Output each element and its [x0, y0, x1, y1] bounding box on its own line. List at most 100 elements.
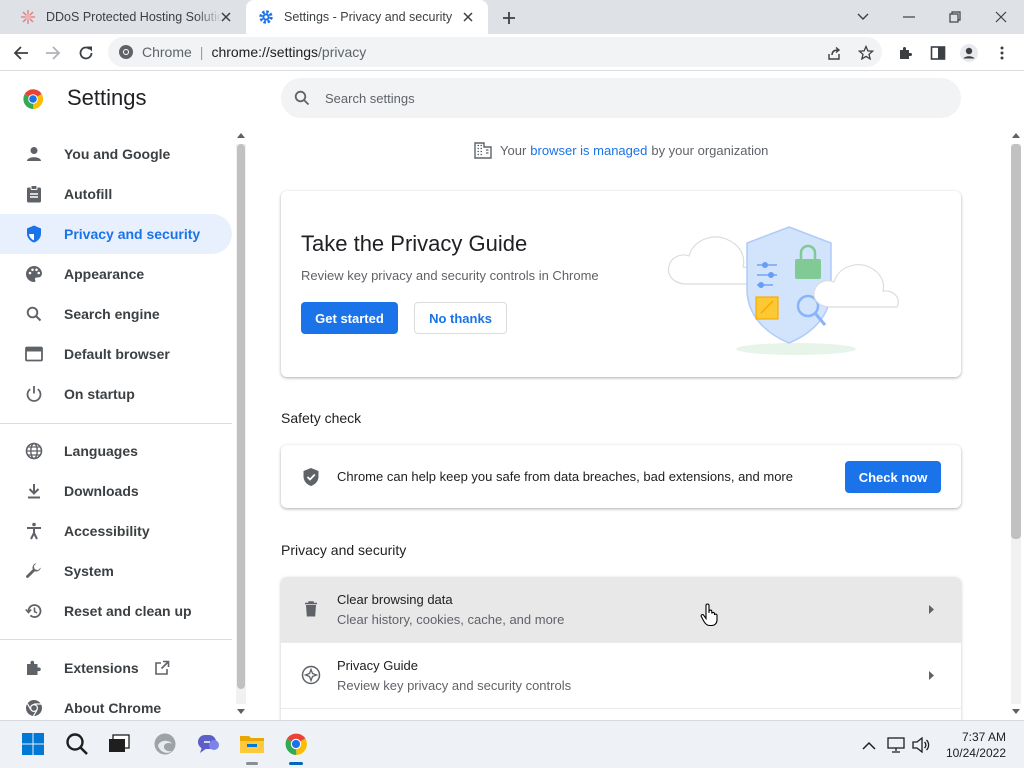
task-view-icon[interactable]: [104, 729, 134, 759]
omnibox-separator: |: [199, 44, 204, 60]
share-icon[interactable]: [824, 43, 844, 63]
sidebar-item-about-chrome[interactable]: About Chrome: [0, 688, 232, 720]
main-scrollbar[interactable]: [1008, 128, 1024, 720]
arrow-right-icon: [925, 669, 937, 681]
download-icon: [24, 481, 44, 501]
back-button[interactable]: [8, 40, 34, 66]
managed-notice: Your browser is managed by your organiza…: [474, 140, 768, 160]
site-label: Chrome: [142, 44, 192, 60]
sidebar-item-label: Appearance: [64, 266, 145, 282]
privacy-guide-title: Take the Privacy Guide: [301, 231, 528, 256]
row-title: Privacy Guide: [337, 658, 418, 673]
no-thanks-button[interactable]: No thanks: [414, 302, 507, 334]
network-icon[interactable]: [887, 736, 905, 754]
sidebar-scrollbar[interactable]: [234, 128, 248, 720]
sidebar-item-label: Extensions: [64, 660, 139, 676]
privacy-settings-list: Clear browsing data Clear history, cooki…: [281, 577, 961, 720]
get-started-button[interactable]: Get started: [301, 302, 398, 334]
close-tab-icon[interactable]: [460, 9, 476, 25]
tab-search-chevron-icon[interactable]: [851, 5, 875, 29]
chrome-icon[interactable]: [281, 729, 311, 765]
check-now-button[interactable]: Check now: [845, 461, 941, 493]
scrollbar-thumb[interactable]: [1011, 144, 1021, 539]
address-bar[interactable]: Chrome | chrome://settings/privacy: [108, 37, 882, 67]
close-tab-icon[interactable]: [218, 9, 234, 25]
sidebar-item-label: You and Google: [64, 146, 171, 162]
privacy-guide-illustration: [667, 226, 899, 355]
sidebar-item-extensions[interactable]: Extensions: [0, 648, 232, 688]
settings-sidebar: You and Google Autofill Privacy and secu…: [0, 134, 232, 720]
privacy-guide-row[interactable]: Privacy Guide Review key privacy and sec…: [281, 643, 961, 708]
privacy-section-heading: Privacy and security: [281, 542, 407, 558]
scroll-down-arrow-icon[interactable]: [234, 704, 248, 718]
sidebar-item-label: Languages: [64, 443, 138, 459]
sidebar-item-downloads[interactable]: Downloads: [0, 471, 232, 511]
browser-window-icon: [24, 344, 44, 364]
extensions-puzzle-icon[interactable]: [893, 40, 919, 66]
teams-chat-icon[interactable]: [193, 729, 223, 759]
row-subtitle: Clear history, cookies, cache, and more: [337, 612, 565, 627]
scroll-down-arrow-icon[interactable]: [1009, 704, 1023, 718]
browser-managed-link[interactable]: browser is managed: [530, 143, 647, 158]
gear-icon: [258, 9, 274, 25]
search-input[interactable]: [325, 90, 925, 106]
spark-favicon-icon: [20, 9, 36, 25]
tab-ddos-hosting[interactable]: DDoS Protected Hosting Solutions: [0, 0, 246, 34]
windows-taskbar: 7:37 AM 10/24/2022: [0, 720, 1024, 768]
clear-browsing-data-row[interactable]: Clear browsing data Clear history, cooki…: [281, 577, 961, 642]
settings-search-box[interactable]: [281, 78, 961, 118]
profile-avatar[interactable]: [956, 40, 982, 66]
volume-icon[interactable]: [912, 736, 930, 754]
sidebar-item-autofill[interactable]: Autofill: [0, 174, 232, 214]
open-in-new-icon: [153, 659, 171, 677]
shield-check-icon: [303, 468, 319, 486]
running-indicator: [246, 762, 258, 765]
sidebar-item-privacy-and-security[interactable]: Privacy and security: [0, 214, 232, 254]
chrome-menu-icon[interactable]: [989, 40, 1015, 66]
managed-suffix: by your organization: [651, 142, 769, 158]
reload-button[interactable]: [73, 40, 99, 66]
sidebar-divider: [0, 423, 232, 424]
sidebar-item-appearance[interactable]: Appearance: [0, 254, 232, 294]
sidebar-item-accessibility[interactable]: Accessibility: [0, 511, 232, 551]
file-explorer-icon[interactable]: [237, 729, 267, 765]
chevron-up-icon[interactable]: [860, 736, 878, 754]
hand-cursor-icon: [700, 603, 718, 627]
sidebar-item-label: Default browser: [64, 346, 170, 362]
bookmark-star-icon[interactable]: [856, 43, 876, 63]
safety-check-card: Chrome can help keep you safe from data …: [281, 445, 961, 508]
sidebar-item-label: System: [64, 563, 114, 579]
browser-toolbar: Chrome | chrome://settings/privacy: [0, 34, 1024, 71]
scrollbar-thumb[interactable]: [237, 144, 245, 689]
edge-icon[interactable]: [150, 729, 180, 759]
sidebar-item-languages[interactable]: Languages: [0, 431, 232, 471]
scroll-up-arrow-icon[interactable]: [1009, 128, 1023, 142]
new-tab-button[interactable]: [498, 7, 520, 29]
scroll-up-arrow-icon[interactable]: [234, 128, 248, 142]
privacy-guide-description: Review key privacy and security controls…: [301, 268, 599, 283]
sidebar-item-on-startup[interactable]: On startup: [0, 374, 232, 414]
restore-button[interactable]: [943, 5, 967, 29]
search-icon: [293, 89, 311, 107]
taskbar-clock[interactable]: 7:37 AM 10/24/2022: [946, 729, 1006, 761]
sidebar-item-label: Accessibility: [64, 523, 150, 539]
close-window-button[interactable]: [989, 5, 1013, 29]
chrome-site-icon: [118, 44, 134, 60]
sidebar-item-label: Search engine: [64, 306, 160, 322]
side-panel-icon[interactable]: [925, 40, 951, 66]
sidebar-item-search-engine[interactable]: Search engine: [0, 294, 232, 334]
minimize-button[interactable]: [897, 5, 921, 29]
tab-settings[interactable]: Settings - Privacy and security: [246, 0, 488, 34]
sidebar-item-system[interactable]: System: [0, 551, 232, 591]
sidebar-item-default-browser[interactable]: Default browser: [0, 334, 232, 374]
sidebar-item-reset-and-clean-up[interactable]: Reset and clean up: [0, 591, 232, 631]
sidebar-divider: [0, 639, 232, 640]
person-icon: [24, 144, 44, 164]
sidebar-item-label: Autofill: [64, 186, 113, 202]
search-icon[interactable]: [62, 729, 92, 759]
globe-icon: [24, 441, 44, 461]
windows-start-icon[interactable]: [18, 729, 48, 759]
forward-button[interactable]: [40, 40, 66, 66]
sidebar-item-you-and-google[interactable]: You and Google: [0, 134, 232, 174]
chrome-icon: [24, 698, 44, 718]
